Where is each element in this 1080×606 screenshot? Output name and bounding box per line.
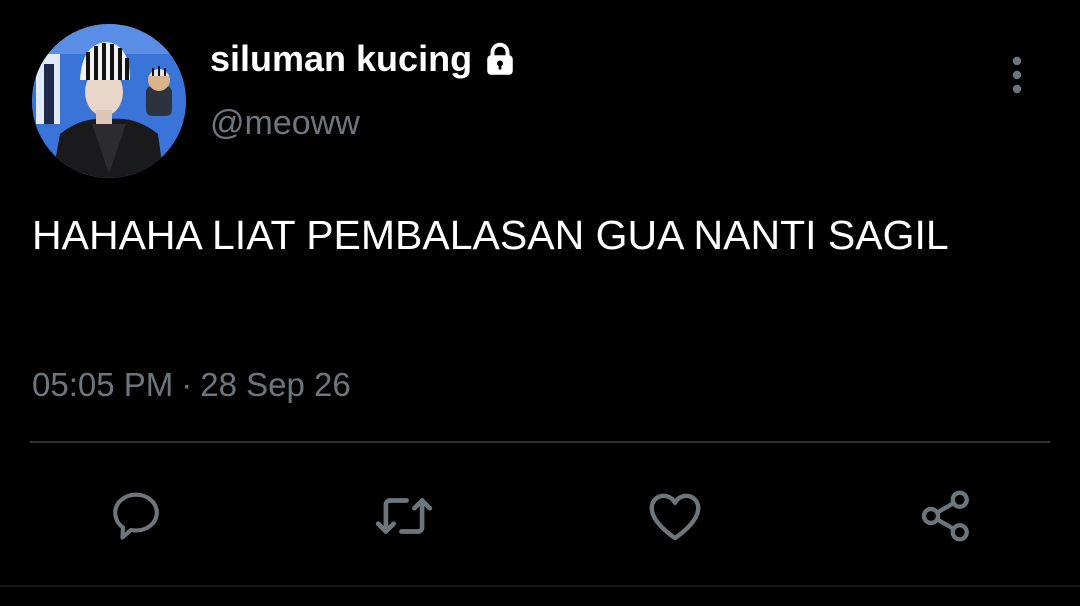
- more-options-button[interactable]: [996, 50, 1038, 100]
- retweet-button[interactable]: [372, 484, 436, 548]
- reply-icon: [113, 492, 159, 540]
- lock-icon: [482, 41, 518, 77]
- divider: [30, 441, 1050, 443]
- display-name[interactable]: siluman kucing: [210, 38, 472, 80]
- heart-icon: [649, 493, 701, 541]
- reply-button[interactable]: [104, 484, 168, 548]
- share-icon: [921, 490, 969, 542]
- retweet-icon: [375, 498, 433, 534]
- share-button[interactable]: [914, 484, 978, 548]
- bottom-divider: [0, 585, 1080, 587]
- tweet-timestamp[interactable]: 05:05 PM · 28 Sep 26: [32, 366, 351, 404]
- tweet-text: HAHAHA LIAT PEMBALASAN GUA NANTI SAGIL: [32, 212, 949, 258]
- avatar-image: [32, 24, 186, 178]
- like-button[interactable]: [643, 484, 707, 548]
- display-name-row[interactable]: siluman kucing: [210, 38, 518, 80]
- timestamp-separator: ·: [181, 366, 193, 403]
- more-vertical-icon: [1012, 56, 1022, 94]
- tweet-date: 28 Sep 26: [200, 366, 351, 403]
- avatar[interactable]: [32, 24, 186, 178]
- tweet-time: 05:05 PM: [32, 366, 174, 403]
- user-handle[interactable]: @meoww: [210, 104, 360, 143]
